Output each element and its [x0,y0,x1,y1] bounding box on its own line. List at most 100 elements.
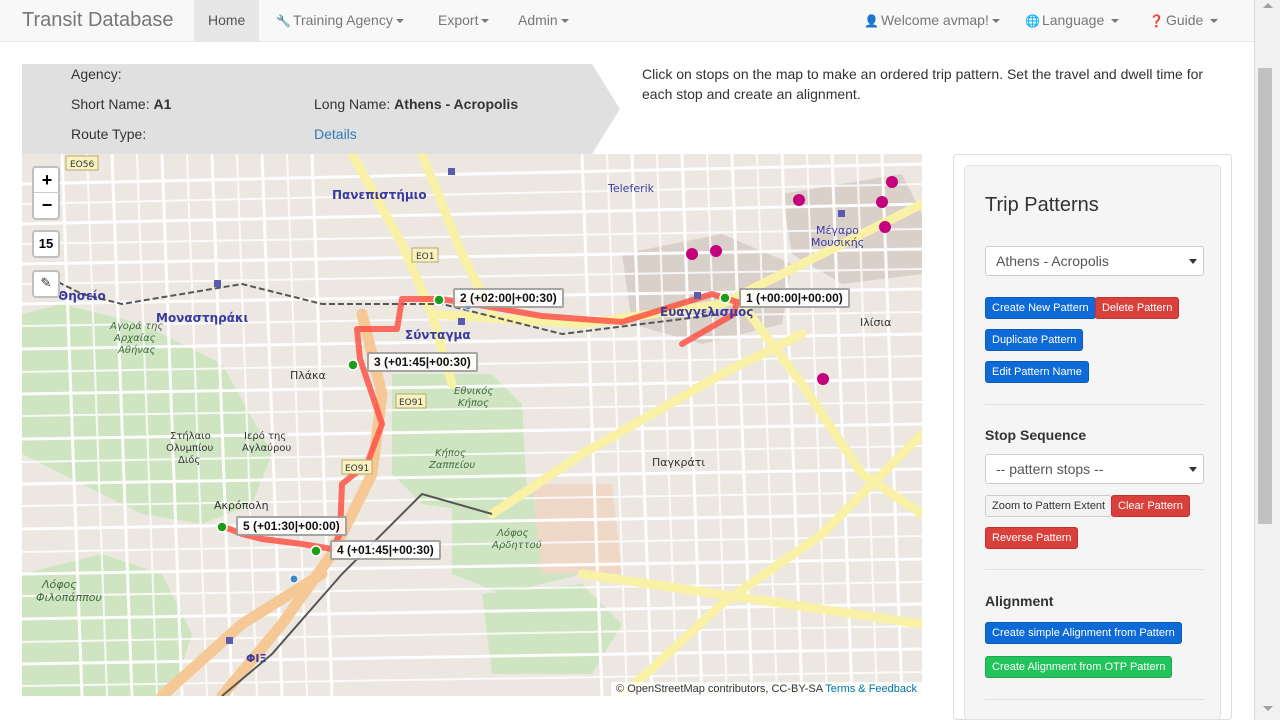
place-label-stilaio-2: Ολυμπίου [166,442,213,454]
short-name-label: Short Name: [71,96,150,112]
divider [985,404,1204,405]
place-label-iero-2: Αγλαύρου [242,442,292,454]
scroll-up-arrow-icon[interactable] [1263,3,1273,8]
zoom-level-indicator: 15 [32,230,60,258]
road-shield-eo91-b: EO91 [345,464,369,474]
instructions-text: Click on stops on the map to make an ord… [642,66,1204,102]
place-label-thiseio: Θησείο [58,289,106,303]
stop-sequence-title: Stop Sequence [985,427,1087,443]
caret-down-icon [1210,19,1219,24]
road-shield-eo56: EO56 [70,160,94,170]
chevron-down-icon [1189,467,1197,472]
map-view[interactable]: Πανεπιστήμιο Σύνταγμα Ευαγγελισμός Μονασ… [22,154,922,696]
nav-guide[interactable]: ❓ Guide [1135,0,1232,41]
place-label-zappeiou-1: Κήπος [435,447,466,459]
panel-title: Trip Patterns [985,194,1099,216]
reverse-pattern-button[interactable]: Reverse Pattern [985,527,1079,549]
nav-user-label: Welcome avmap! [880,12,989,28]
long-name-field: Long Name: Athens - Acropolis [314,96,518,112]
road-shield-eo91-a: EO91 [399,398,423,408]
agency-field: Agency: [71,66,122,82]
question-circle-icon: ❓ [1149,14,1164,28]
page-scrollbar[interactable] [1254,0,1280,720]
zoom-to-pattern-extent-button[interactable]: Zoom to Pattern Extent [985,495,1113,517]
place-label-ethnikos-2: Κήπος [458,397,489,409]
nav-admin[interactable]: Admin [504,0,583,41]
place-label-stilaio-3: Διός [178,454,200,466]
place-label-ethnikos-1: Εθνικός [454,385,493,397]
zoom-out-button[interactable]: − [34,193,60,218]
edit-pattern-name-button[interactable]: Edit Pattern Name [985,361,1089,383]
create-simple-alignment-button[interactable]: Create simple Alignment from Pattern [985,622,1182,644]
long-name-value: Athens - Acropolis [394,96,519,112]
place-label-plaka: Πλάκα [290,369,326,382]
scroll-down-arrow-icon[interactable] [1263,706,1273,711]
place-label-ardittou-2: Αρδηττού [491,539,542,551]
attribution-text: © OpenStreetMap contributors, CC-BY-SA [616,683,823,695]
place-label-stilaio-1: Στήλαιο [170,430,211,442]
pattern-stops-select-value: -- pattern stops -- [996,461,1104,477]
details-link[interactable]: Details [314,126,357,142]
nav-language[interactable]: 🌐 Language [1011,0,1133,41]
clear-pattern-button[interactable]: Clear Pattern [1111,495,1190,517]
divider [985,569,1204,570]
map-attribution: © OpenStreetMap contributors, CC-BY-SA T… [611,682,922,696]
nav-user[interactable]: 👤 Welcome avmap! [850,0,1014,41]
wrench-icon: 🔧 [276,14,291,28]
caret-down-icon [481,19,490,24]
divider [985,699,1204,700]
place-label-agora-3: Αθήνας [117,344,155,356]
stop-label-5[interactable]: 5 (+01:30|+00:00) [236,516,347,536]
place-label-acropolis: Ακρόπολη [214,499,269,512]
scrollbar-thumb[interactable] [1258,68,1272,524]
navbar: Transit Database Home 🔧 Training Agency E… [0,0,1254,42]
route-info-banner: Agency: Short Name: A1 Long Name: Athens… [22,64,620,154]
terms-feedback-link[interactable]: Terms & Feedback [825,683,917,695]
place-label-fix: ΦΙΞ [246,652,266,665]
duplicate-pattern-button[interactable]: Duplicate Pattern [985,329,1084,351]
route-type-label: Route Type: [71,126,147,142]
trip-patterns-panel: Trip Patterns Athens - Acropolis Create … [964,165,1221,720]
chevron-down-icon [1189,259,1197,264]
place-label-ilisia: Ιλίσια [860,316,891,329]
stop-label-4[interactable]: 4 (+01:45|+00:30) [330,540,441,560]
create-new-pattern-button[interactable]: Create New Pattern [985,297,1096,319]
nav-guide-label: Guide [1165,12,1204,28]
place-label-monastiraki: Μοναστηράκι [156,311,249,325]
place-label-megaro-2: Μουσικής [811,236,864,249]
nav-export[interactable]: Export [424,0,503,41]
zoom-in-button[interactable]: + [34,168,60,193]
nav-training-agency-label: Training Agency [292,12,393,28]
place-label-zappeiou-2: Ζαππείου [428,459,475,471]
agency-label: Agency: [71,66,122,82]
place-label-agora-1: Αγορά της [109,320,163,332]
alignment-title: Alignment [985,593,1054,609]
brand-title[interactable]: Transit Database [22,9,174,32]
create-otp-alignment-button[interactable]: Create Alignment from OTP Pattern [985,656,1173,678]
place-label-agora-2: Αρχαίας [113,332,156,344]
stop-label-3[interactable]: 3 (+01:45|+00:30) [367,352,478,372]
caret-down-icon [395,19,404,24]
pattern-select[interactable]: Athens - Acropolis [985,246,1204,276]
pattern-stops-select[interactable]: -- pattern stops -- [985,454,1204,484]
place-label-filopappou-1: Λόφος [41,578,77,591]
nav-admin-label: Admin [518,12,558,28]
long-name-label: Long Name: [314,96,391,112]
place-label-teleferik: Teleferik [607,182,655,195]
edit-icon[interactable]: ✎ [32,270,60,298]
user-icon: 👤 [864,14,879,28]
delete-pattern-button[interactable]: Delete Pattern [1095,297,1180,319]
road-shield-eo1: EO1 [416,252,435,262]
stop-label-2[interactable]: 2 (+02:00|+00:30) [453,288,564,308]
pattern-select-value: Athens - Acropolis [996,253,1109,269]
nav-training-agency[interactable]: 🔧 Training Agency [262,0,418,41]
place-label-iero-1: Ιερό της [244,430,286,442]
place-label-syntagma: Σύνταγμα [405,328,471,342]
nav-home[interactable]: Home [194,0,260,41]
nav-export-label: Export [438,12,479,28]
short-name-field: Short Name: A1 [71,96,171,112]
place-label-panepistimio: Πανεπιστήμιο [332,188,427,202]
map-tiles[interactable]: Πανεπιστήμιο Σύνταγμα Ευαγγελισμός Μονασ… [22,154,922,696]
stop-label-1[interactable]: 1 (+00:00|+00:00) [739,288,850,308]
place-label-pagkrati: Παγκράτι [652,456,705,469]
